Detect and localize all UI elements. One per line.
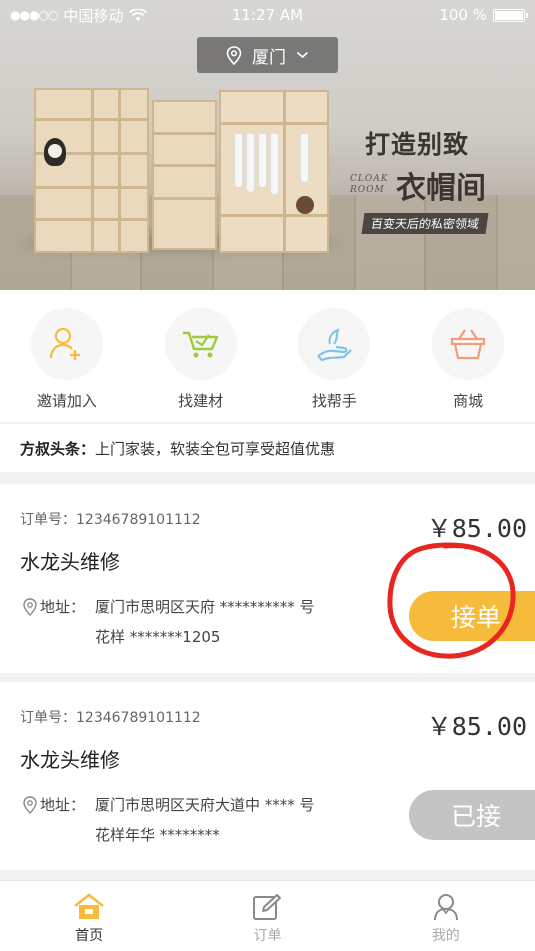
battery-icon xyxy=(493,8,528,22)
category-materials[interactable]: 找建材 xyxy=(134,290,268,422)
location-pin-icon xyxy=(23,598,37,616)
banner-slogan: 打造别致 CLOAK ROOM 衣帽间 百变天后的私密领域 xyxy=(350,125,520,234)
edit-order-icon xyxy=(253,894,282,920)
order-address: 地址： 厦门市思明区天府大道中 **** 号 花样年华 ******** xyxy=(20,790,360,850)
category-icon-circle xyxy=(432,308,505,380)
wardrobe-illustration xyxy=(34,78,330,256)
city-name: 厦门 xyxy=(252,47,286,68)
category-icon-circle xyxy=(164,308,237,380)
order-card[interactable]: 订单号：12346789101112 ￥85.00 水龙头维修 地址： 厦门市思… xyxy=(0,682,535,870)
status-bar: ●●●○○ 中国移动 11:27 AM 100 % xyxy=(0,0,535,30)
banner-headline-2: 衣帽间 xyxy=(396,171,486,206)
category-icon-circle xyxy=(30,308,103,380)
tab-bar: 首页 订单 我的 xyxy=(0,880,535,951)
tab-orders[interactable]: 订单 xyxy=(178,881,356,951)
location-pin-icon xyxy=(226,45,242,65)
news-ticker[interactable]: 方叔头条： 上门家装，软装全包可享受超值优惠 xyxy=(0,424,535,472)
tab-label: 订单 xyxy=(253,928,282,944)
banner-headline: 打造别致 xyxy=(365,130,470,159)
address-line: 厦门市思明区天府大道中 **** 号 xyxy=(95,796,315,814)
order-number: 订单号：12346789101112 xyxy=(20,710,201,726)
address-line: 厦门市思明区天府 ********** 号 xyxy=(95,598,315,616)
tab-profile[interactable]: 我的 xyxy=(357,881,535,951)
order-number: 订单号：12346789101112 xyxy=(20,512,201,528)
helping-hand-icon xyxy=(317,328,353,362)
profile-icon xyxy=(433,894,458,921)
address-label: 地址： xyxy=(40,598,86,616)
category-label: 商城 xyxy=(453,392,484,410)
category-label: 找建材 xyxy=(178,392,224,410)
category-helper[interactable]: 找帮手 xyxy=(268,290,402,422)
city-selector[interactable]: 厦门 xyxy=(197,37,338,73)
category-grid: 邀请加入 找建材 找帮手 商城 xyxy=(0,290,535,422)
user-add-icon xyxy=(49,327,80,360)
address-line: 花样年华 ******** xyxy=(95,826,220,844)
home-icon xyxy=(74,893,104,919)
order-title: 水龙头维修 xyxy=(20,550,120,574)
category-icon-circle xyxy=(298,308,371,380)
news-text: 上门家装，软装全包可享受超值优惠 xyxy=(95,439,336,458)
tab-label: 我的 xyxy=(431,928,460,944)
chevron-down-icon xyxy=(296,51,309,59)
cart-icon xyxy=(182,331,218,358)
accept-order-button[interactable]: 接单 xyxy=(409,591,535,641)
banner[interactable]: 打造别致 CLOAK ROOM 衣帽间 百变天后的私密领域 ●●●○○ 中国移动… xyxy=(0,0,535,290)
accepted-status-button[interactable]: 已接 xyxy=(409,790,535,840)
banner-tagline: 百变天后的私密领域 xyxy=(361,213,489,234)
category-label: 找帮手 xyxy=(311,392,357,410)
order-address: 地址： 厦门市思明区天府 ********** 号 花样 *******1205 xyxy=(20,592,360,652)
order-price: ￥85.00 xyxy=(426,514,527,543)
category-label: 邀请加入 xyxy=(36,392,97,410)
news-label: 方叔头条： xyxy=(20,439,96,458)
clock: 11:27 AM xyxy=(231,6,304,24)
order-card[interactable]: 订单号：12346789101112 ￥85.00 水龙头维修 地址： 厦门市思… xyxy=(0,484,535,673)
tab-label: 首页 xyxy=(75,928,104,944)
category-mall[interactable]: 商城 xyxy=(401,290,535,422)
order-title: 水龙头维修 xyxy=(20,748,120,772)
banner-english: CLOAK ROOM xyxy=(350,174,389,195)
category-invite[interactable]: 邀请加入 xyxy=(0,290,134,422)
location-pin-icon xyxy=(23,796,37,814)
address-line: 花样 *******1205 xyxy=(95,628,221,646)
address-label: 地址： xyxy=(40,796,86,814)
basket-icon xyxy=(451,329,486,360)
tab-home[interactable]: 首页 xyxy=(0,881,178,951)
order-price: ￥85.00 xyxy=(426,712,527,741)
